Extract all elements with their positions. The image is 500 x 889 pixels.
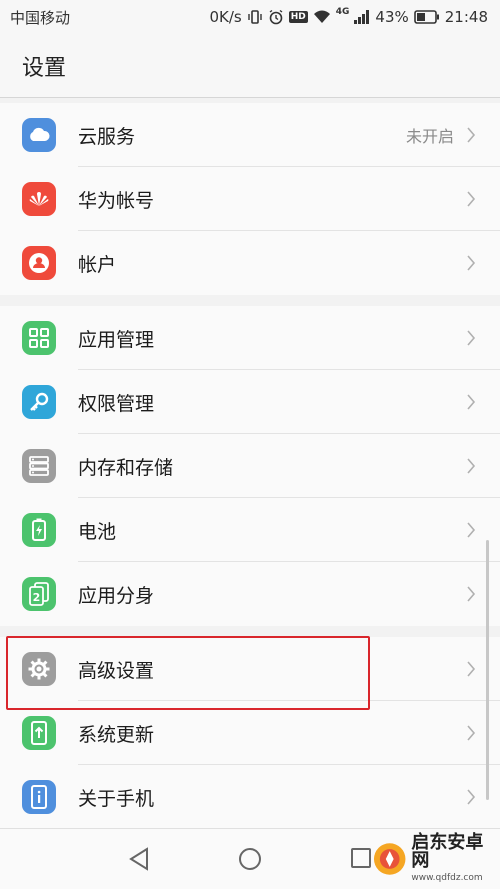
scrollbar[interactable] — [486, 540, 489, 800]
settings-item-label: 系统更新 — [78, 723, 155, 746]
watermark: 启东安卓网 www.qdfdz.com — [372, 828, 500, 889]
clock: 21:48 — [444, 8, 488, 26]
status-bar: 中国移动 0K/s HD 4G 43% 21:48 — [0, 0, 500, 34]
settings-item-label: 帐户 — [78, 253, 117, 276]
chevron-right-icon — [467, 330, 476, 346]
storage-icon — [22, 449, 56, 483]
chevron-right-icon — [467, 522, 476, 538]
settings-item-app-twin[interactable]: 2 应用分身 — [0, 562, 500, 626]
vibrate-icon — [248, 10, 262, 24]
system-update-icon — [22, 716, 56, 750]
chevron-right-icon — [467, 127, 476, 143]
gear-icon — [22, 652, 56, 686]
chevron-right-icon — [467, 586, 476, 602]
settings-item-accounts[interactable]: 帐户 — [0, 231, 500, 295]
settings-item-label: 华为帐号 — [78, 189, 155, 212]
signal-icon — [354, 10, 370, 24]
settings-item-label: 高级设置 — [78, 659, 155, 682]
settings-item-about-phone[interactable]: 关于手机 — [0, 765, 500, 829]
settings-item-label: 应用管理 — [78, 328, 155, 351]
settings-item-huawei-account[interactable]: 华为帐号 — [0, 167, 500, 231]
settings-item-system-update[interactable]: 系统更新 — [0, 701, 500, 765]
settings-item-battery[interactable]: 电池 — [0, 498, 500, 562]
user-icon — [22, 246, 56, 280]
chevron-right-icon — [467, 661, 476, 677]
svg-text:2: 2 — [33, 591, 41, 604]
chevron-right-icon — [467, 394, 476, 410]
home-button[interactable] — [238, 847, 262, 871]
battery-icon — [22, 513, 56, 547]
settings-item-cloud[interactable]: 云服务 未开启 — [0, 103, 500, 167]
status-icons: 0K/s HD 4G 43% 21:48 — [209, 7, 489, 26]
chevron-right-icon — [467, 255, 476, 271]
alarm-icon — [269, 9, 283, 25]
wifi-icon — [313, 10, 330, 23]
watermark-url: www.qdfdz.com — [411, 873, 483, 883]
settings-item-label: 权限管理 — [78, 392, 155, 415]
hd-badge: HD — [288, 11, 308, 23]
carrier-name: 中国移动 — [10, 8, 71, 27]
chevron-right-icon — [467, 191, 476, 207]
settings-group-apps: 应用管理 权限管理 内存和存储 电池 2 应用分身 — [0, 306, 500, 626]
settings-group-account: 云服务 未开启 华为帐号 帐户 — [0, 103, 500, 295]
settings-item-app-management[interactable]: 应用管理 — [0, 306, 500, 370]
recent-apps-button[interactable] — [350, 847, 372, 869]
chevron-right-icon — [467, 725, 476, 741]
apps-grid-icon — [22, 321, 56, 355]
network-type: 4G — [335, 7, 350, 17]
settings-group-system: 高级设置 系统更新 关于手机 — [0, 637, 500, 829]
back-button[interactable] — [128, 847, 150, 871]
settings-item-label: 关于手机 — [78, 787, 155, 810]
settings-item-label: 内存和存储 — [78, 456, 174, 479]
key-icon — [22, 385, 56, 419]
watermark-text: 启东安卓网 — [411, 832, 484, 871]
settings-item-label: 云服务 — [78, 125, 136, 148]
watermark-logo-icon — [373, 842, 406, 875]
title-bar: 设置 — [0, 34, 500, 98]
huawei-logo-icon — [22, 182, 56, 216]
phone-info-icon — [22, 780, 56, 814]
chevron-right-icon — [467, 458, 476, 474]
cloud-icon — [22, 118, 56, 152]
page-title: 设置 — [22, 55, 67, 81]
battery-percent: 43% — [375, 8, 409, 26]
app-twin-icon: 2 — [22, 577, 56, 611]
settings-item-label: 电池 — [78, 520, 117, 543]
battery-status-icon — [413, 10, 439, 24]
settings-item-advanced[interactable]: 高级设置 — [0, 637, 500, 701]
settings-item-label: 应用分身 — [78, 584, 155, 607]
chevron-right-icon — [467, 789, 476, 805]
settings-item-storage[interactable]: 内存和存储 — [0, 434, 500, 498]
network-speed: 0K/s — [209, 8, 242, 26]
settings-item-permissions[interactable]: 权限管理 — [0, 370, 500, 434]
settings-item-value: 未开启 — [405, 127, 454, 146]
